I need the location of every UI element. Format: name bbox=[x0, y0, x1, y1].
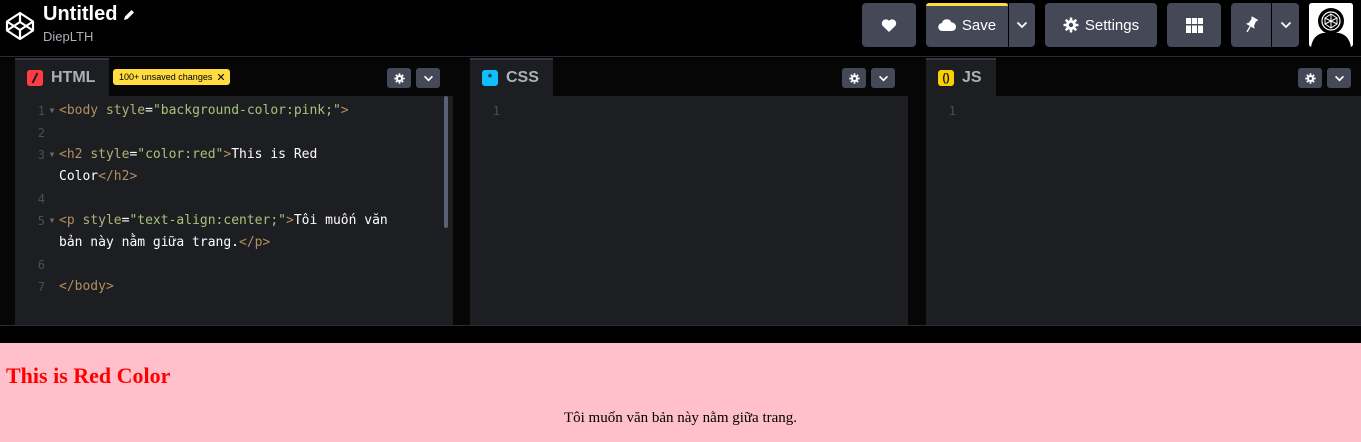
tab-js[interactable]: () JS bbox=[926, 58, 996, 96]
result-preview: This is Red Color Tôi muốn văn bản này n… bbox=[0, 343, 1361, 442]
code-text: bản này nằm giữa trang.</p> bbox=[59, 235, 271, 250]
close-icon[interactable]: ✕ bbox=[216, 71, 225, 84]
line-number: 1 bbox=[37, 104, 45, 118]
codepen-logo-icon[interactable] bbox=[4, 10, 36, 42]
pen-title-area: Untitled DiepLTH bbox=[43, 3, 136, 44]
tab-css[interactable]: * CSS bbox=[470, 58, 553, 96]
code-line: 1 bbox=[470, 100, 500, 122]
code-line: 3 ▼ <h2 style="color:red">This is Red bbox=[15, 144, 318, 166]
tab-css-label: CSS bbox=[506, 69, 539, 86]
fold-arrow-icon[interactable]: ▼ bbox=[45, 144, 59, 166]
save-button[interactable]: Save bbox=[926, 3, 1008, 47]
code-line: 1 ▼ <body style="background-color:pink;"… bbox=[15, 100, 349, 122]
code-line: 5 ▼ <p style="text-align:center;">Tôi mu… bbox=[15, 210, 388, 232]
code-line-wrapped: Color</h2> bbox=[15, 166, 137, 188]
code-text: <h2 style="color:red">This is Red bbox=[59, 147, 318, 162]
code-text: </body> bbox=[59, 279, 114, 294]
code-text: <body style="background-color:pink;"> bbox=[59, 103, 349, 118]
line-number: 3 bbox=[37, 148, 45, 162]
chevron-down-icon bbox=[1280, 21, 1291, 29]
save-button-label: Save bbox=[961, 16, 997, 34]
avatar-image-icon bbox=[1309, 3, 1353, 47]
preview-heading: This is Red Color bbox=[6, 363, 171, 388]
code-line: 2 bbox=[15, 122, 45, 144]
js-braces-icon: () bbox=[938, 70, 954, 86]
pen-title-text[interactable]: Untitled bbox=[43, 3, 117, 26]
js-pane-header: () JS bbox=[926, 58, 1361, 96]
fold-arrow-icon[interactable]: ▼ bbox=[45, 100, 59, 122]
code-line: 1 bbox=[926, 100, 956, 122]
css-editor-pane: * CSS 1 bbox=[470, 58, 908, 325]
cloud-icon bbox=[938, 19, 956, 31]
chevron-down-icon bbox=[423, 75, 433, 81]
preview-paragraph: Tôi muốn văn bản này nằm giữa trang. bbox=[563, 410, 798, 426]
unsaved-changes-text: 100+ unsaved changes bbox=[119, 72, 213, 82]
layout-grid-icon bbox=[1185, 17, 1203, 33]
js-collapse-button[interactable] bbox=[1327, 68, 1351, 88]
code-line-wrapped: bản này nằm giữa trang.</p> bbox=[15, 232, 270, 254]
html-slash-icon bbox=[27, 70, 43, 86]
preview-resize-bar[interactable] bbox=[0, 325, 1361, 342]
code-line: 4 bbox=[15, 188, 45, 210]
save-options-button[interactable] bbox=[1009, 3, 1035, 47]
pin-options-button[interactable] bbox=[1272, 3, 1299, 47]
code-line: 6 bbox=[15, 254, 45, 276]
line-number: 6 bbox=[37, 258, 45, 272]
pin-icon bbox=[1245, 16, 1258, 33]
gear-icon bbox=[848, 72, 860, 84]
settings-button-label: Settings bbox=[1084, 16, 1140, 34]
pen-title[interactable]: Untitled bbox=[43, 3, 136, 26]
code-text: Color</h2> bbox=[59, 169, 138, 184]
css-pane-header: * CSS bbox=[470, 58, 908, 96]
tab-html-label: HTML bbox=[51, 69, 96, 86]
gear-icon bbox=[393, 72, 405, 84]
line-number: 1 bbox=[948, 104, 956, 118]
pencil-edit-icon[interactable] bbox=[122, 8, 136, 22]
js-editor-pane: () JS 1 bbox=[926, 58, 1361, 325]
html-settings-button[interactable] bbox=[387, 68, 411, 88]
code-line: 7 </body> bbox=[15, 276, 114, 298]
pen-author[interactable]: DiepLTH bbox=[43, 29, 136, 44]
css-settings-button[interactable] bbox=[842, 68, 866, 88]
chevron-down-icon bbox=[878, 75, 888, 81]
code-text: <p style="text-align:center;">Tôi muốn v… bbox=[59, 213, 388, 228]
line-number: 4 bbox=[37, 192, 45, 206]
css-asterisk-icon: * bbox=[482, 70, 498, 86]
tab-html[interactable]: HTML bbox=[15, 58, 110, 96]
user-avatar[interactable] bbox=[1309, 3, 1353, 47]
editor-scrollbar[interactable] bbox=[444, 96, 448, 228]
unsaved-changes-badge[interactable]: 100+ unsaved changes ✕ bbox=[113, 69, 230, 85]
line-number: 7 bbox=[37, 280, 45, 294]
css-collapse-button[interactable] bbox=[871, 68, 895, 88]
chevron-down-icon bbox=[1334, 75, 1344, 81]
chevron-down-icon bbox=[1016, 21, 1028, 29]
line-number: 1 bbox=[492, 104, 500, 118]
gear-icon bbox=[1063, 17, 1079, 33]
editor-area: HTML 100+ unsaved changes ✕ 1 ▼ <body st… bbox=[0, 58, 1361, 342]
heart-icon bbox=[881, 18, 897, 32]
js-settings-button[interactable] bbox=[1298, 68, 1322, 88]
love-button[interactable] bbox=[862, 3, 916, 47]
line-number: 2 bbox=[37, 126, 45, 140]
css-code-editor[interactable]: 1 bbox=[470, 96, 908, 325]
html-collapse-button[interactable] bbox=[416, 68, 440, 88]
html-editor-pane: HTML 100+ unsaved changes ✕ 1 ▼ <body st… bbox=[15, 58, 453, 325]
change-view-button[interactable] bbox=[1167, 3, 1221, 47]
pin-button[interactable] bbox=[1231, 3, 1271, 47]
settings-button[interactable]: Settings bbox=[1045, 3, 1157, 47]
gear-icon bbox=[1304, 72, 1316, 84]
line-number: 5 bbox=[37, 214, 45, 228]
top-header: Untitled DiepLTH Save Settings bbox=[0, 0, 1361, 57]
tab-js-label: JS bbox=[962, 69, 982, 86]
fold-arrow-icon[interactable]: ▼ bbox=[45, 210, 59, 232]
js-code-editor[interactable]: 1 bbox=[926, 96, 1361, 325]
html-pane-header: HTML 100+ unsaved changes ✕ bbox=[15, 58, 453, 96]
html-code-editor[interactable]: 1 ▼ <body style="background-color:pink;"… bbox=[15, 96, 453, 325]
